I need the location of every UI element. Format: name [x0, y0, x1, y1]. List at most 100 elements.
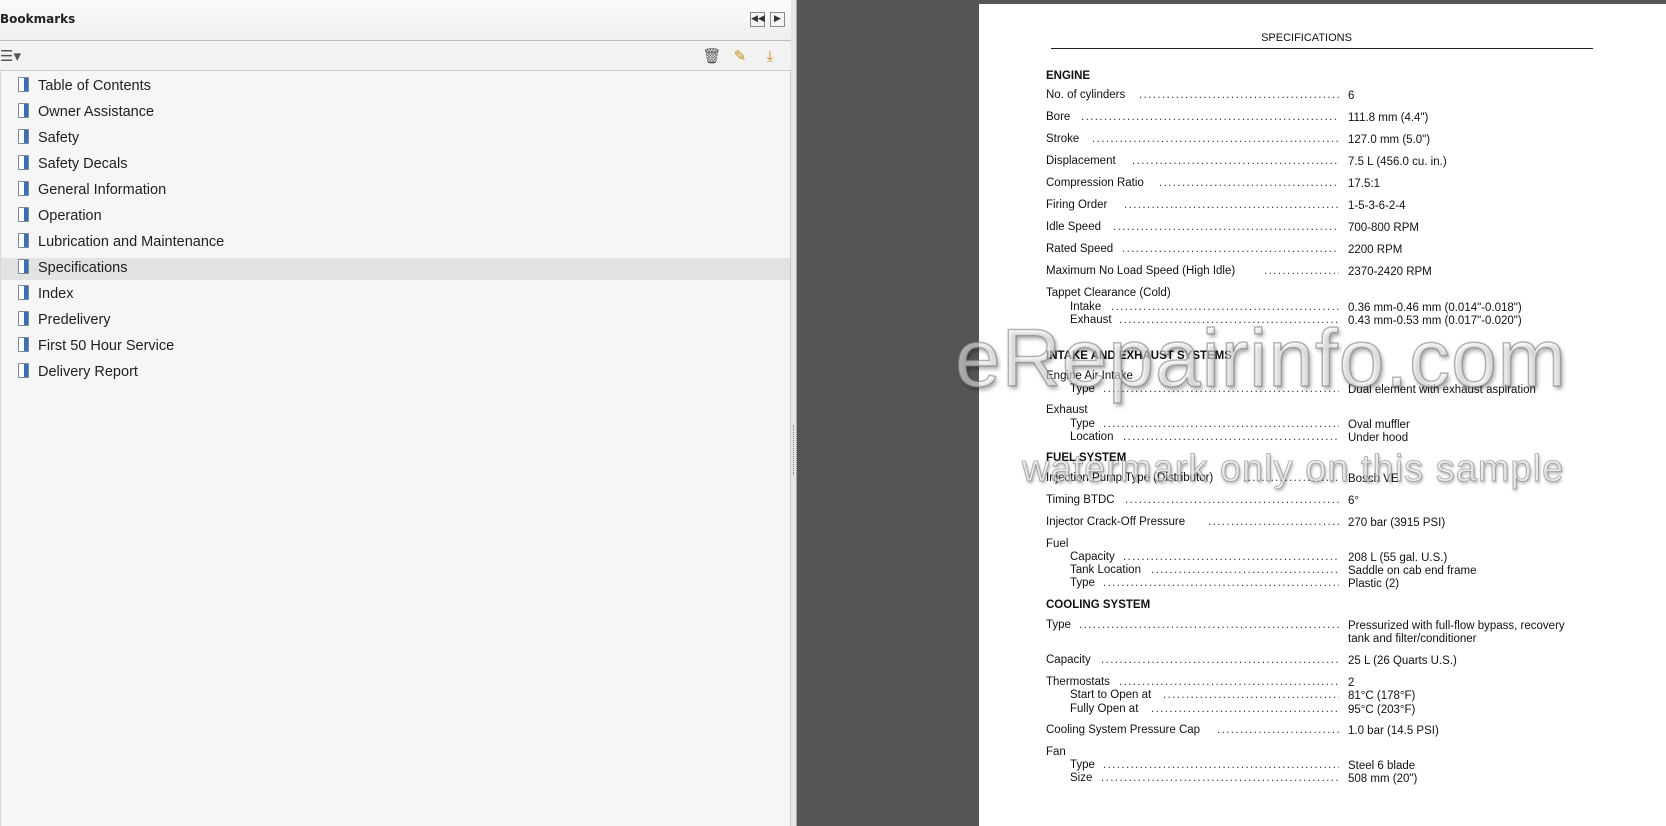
- new-bookmark-icon[interactable]: ✎: [730, 46, 750, 66]
- bookmark-safety-decals[interactable]: Safety Decals: [1, 154, 790, 176]
- spec-value: 17.5:1: [1348, 178, 1380, 190]
- bookmark-specifications[interactable]: Specifications: [1, 258, 790, 280]
- delete-bookmark-icon[interactable]: 🗑: [702, 46, 722, 66]
- bookmark-predelivery[interactable]: Predelivery: [1, 310, 790, 332]
- bookmark-icon: [18, 155, 29, 170]
- spec-value: Plastic (2): [1348, 578, 1400, 590]
- bookmarks-panel: Bookmarks ◀◀ ▶ ☰▾ 🗑 ✎ ⤓ Table of Content…: [0, 0, 791, 826]
- spec-label: No. of cylinders: [1046, 89, 1126, 101]
- bookmark-operation[interactable]: Operation: [1, 206, 790, 228]
- spec-value: 2370-2420 RPM: [1348, 266, 1432, 278]
- spec-value: 208 L (55 gal. U.S.): [1348, 552, 1448, 564]
- bookmark-label: Safety: [38, 130, 80, 146]
- bookmark-icon: [18, 181, 29, 196]
- spec-value: 6: [1348, 90, 1355, 102]
- expand-bookmark-icon[interactable]: ⤓: [760, 46, 780, 66]
- bookmark-label: Safety Decals: [38, 156, 128, 172]
- options-menu-icon[interactable]: ☰▾: [0, 46, 21, 66]
- dot-leader: ........................................…: [1264, 265, 1339, 277]
- spec-value: 2: [1348, 677, 1355, 689]
- spec-label: Injector Crack-Off Pressure: [1046, 516, 1186, 528]
- dot-leader: ........................................…: [1124, 199, 1339, 211]
- dot-leader: ........................................…: [1101, 772, 1339, 784]
- bookmarks-header: Bookmarks ◀◀ ▶: [0, 0, 791, 41]
- bookmark-icon: [18, 77, 29, 92]
- spec-sublabel: Capacity: [1070, 551, 1115, 563]
- dot-leader: ........................................…: [1101, 654, 1339, 666]
- bookmarks-list: Table of Contents Owner Assistance Safet…: [0, 71, 790, 826]
- dot-leader: ........................................…: [1123, 551, 1339, 563]
- bookmark-label: Operation: [38, 208, 102, 224]
- spec-sublabel: Location: [1070, 431, 1114, 443]
- dot-leader: ........................................…: [1125, 494, 1339, 506]
- spec-label: Bore: [1046, 111, 1071, 123]
- spec-value: 6°: [1348, 495, 1359, 507]
- spec-value: Steel 6 blade: [1348, 760, 1416, 772]
- page-title: SPECIFICATIONS: [1261, 32, 1352, 44]
- title-rule: [1051, 48, 1593, 49]
- spec-value: 1-5-3-6-2-4: [1348, 200, 1406, 212]
- dot-leader: ........................................…: [1103, 577, 1339, 589]
- bookmark-label: Lubrication and Maintenance: [38, 234, 225, 250]
- bookmark-icon: [18, 207, 29, 222]
- spec-label: Cooling System Pressure Cap: [1046, 724, 1201, 736]
- bookmarks-title: Bookmarks: [0, 12, 76, 26]
- spec-label: Fan: [1046, 746, 1066, 758]
- bookmark-delivery-report[interactable]: Delivery Report: [1, 362, 790, 384]
- spec-label: Tappet Clearance (Cold): [1046, 287, 1171, 299]
- bookmark-label: Index: [38, 286, 74, 302]
- spec-value: 81°C (178°F): [1348, 690, 1416, 702]
- bookmark-label: Specifications: [38, 260, 128, 276]
- dot-leader: ........................................…: [1079, 619, 1339, 631]
- dot-leader: ........................................…: [1163, 689, 1339, 701]
- spec-value: 7.5 L (456.0 cu. in.): [1348, 156, 1447, 168]
- spec-label: Fuel: [1046, 538, 1069, 550]
- spec-label: Thermostats: [1046, 676, 1110, 688]
- bookmark-label: General Information: [38, 182, 167, 198]
- collapse-panel-button[interactable]: ◀◀: [750, 12, 765, 27]
- dot-leader: ........................................…: [1208, 516, 1339, 528]
- spec-value: 1.0 bar (14.5 PSI): [1348, 725, 1439, 737]
- bookmark-icon: [18, 233, 29, 248]
- bookmark-icon: [18, 259, 29, 274]
- bookmark-label: Table of Contents: [38, 78, 151, 94]
- splitter-grip[interactable]: [793, 425, 795, 475]
- dot-leader: ........................................…: [1081, 111, 1339, 123]
- dot-leader: ........................................…: [1122, 243, 1339, 255]
- spec-value-continued: tank and filter/conditioner: [1348, 633, 1477, 645]
- bookmark-general-information[interactable]: General Information: [1, 180, 790, 202]
- spec-value: 508 mm (20"): [1348, 773, 1418, 785]
- bookmark-label: Delivery Report: [38, 364, 138, 380]
- watermark-primary: eRepairinfo.com: [954, 312, 1568, 405]
- bookmark-index[interactable]: Index: [1, 284, 790, 306]
- bookmark-table-of-contents[interactable]: Table of Contents: [1, 76, 790, 98]
- bookmark-label: Predelivery: [38, 312, 111, 328]
- spec-label: Stroke: [1046, 133, 1080, 145]
- expand-panel-button[interactable]: ▶: [770, 12, 785, 27]
- bookmark-first-50-hour-service[interactable]: First 50 Hour Service: [1, 336, 790, 358]
- spec-value: 270 bar (3915 PSI): [1348, 517, 1446, 529]
- spec-label: Displacement: [1046, 155, 1116, 167]
- spec-value: 127.0 mm (5.0"): [1348, 134, 1431, 146]
- bookmark-icon: [18, 311, 29, 326]
- section-engine: ENGINE: [1046, 70, 1091, 82]
- dot-leader: ........................................…: [1151, 564, 1339, 576]
- spec-sublabel: Size: [1070, 772, 1093, 784]
- spec-value: 111.8 mm (4.4"): [1348, 112, 1429, 124]
- spec-value: Pressurized with full-flow bypass, recov…: [1348, 620, 1565, 632]
- spec-label: Compression Ratio: [1046, 177, 1144, 189]
- bookmark-owner-assistance[interactable]: Owner Assistance: [1, 102, 790, 124]
- bookmark-lubrication-maintenance[interactable]: Lubrication and Maintenance: [1, 232, 790, 254]
- bookmarks-toolbar: ☰▾ 🗑 ✎ ⤓: [0, 41, 791, 71]
- spec-value: 95°C (203°F): [1348, 704, 1416, 716]
- bookmark-icon: [18, 129, 29, 144]
- spec-value: Oval muffler: [1348, 419, 1410, 431]
- dot-leader: ........................................…: [1113, 221, 1339, 233]
- spec-value: 700-800 RPM: [1348, 222, 1419, 234]
- bookmark-icon: [18, 363, 29, 378]
- dot-leader: ........................................…: [1132, 155, 1339, 167]
- dot-leader: ........................................…: [1103, 418, 1339, 430]
- spec-sublabel: Type: [1070, 577, 1095, 589]
- bookmark-safety[interactable]: Safety: [1, 128, 790, 150]
- spec-sublabel: Type: [1070, 418, 1095, 430]
